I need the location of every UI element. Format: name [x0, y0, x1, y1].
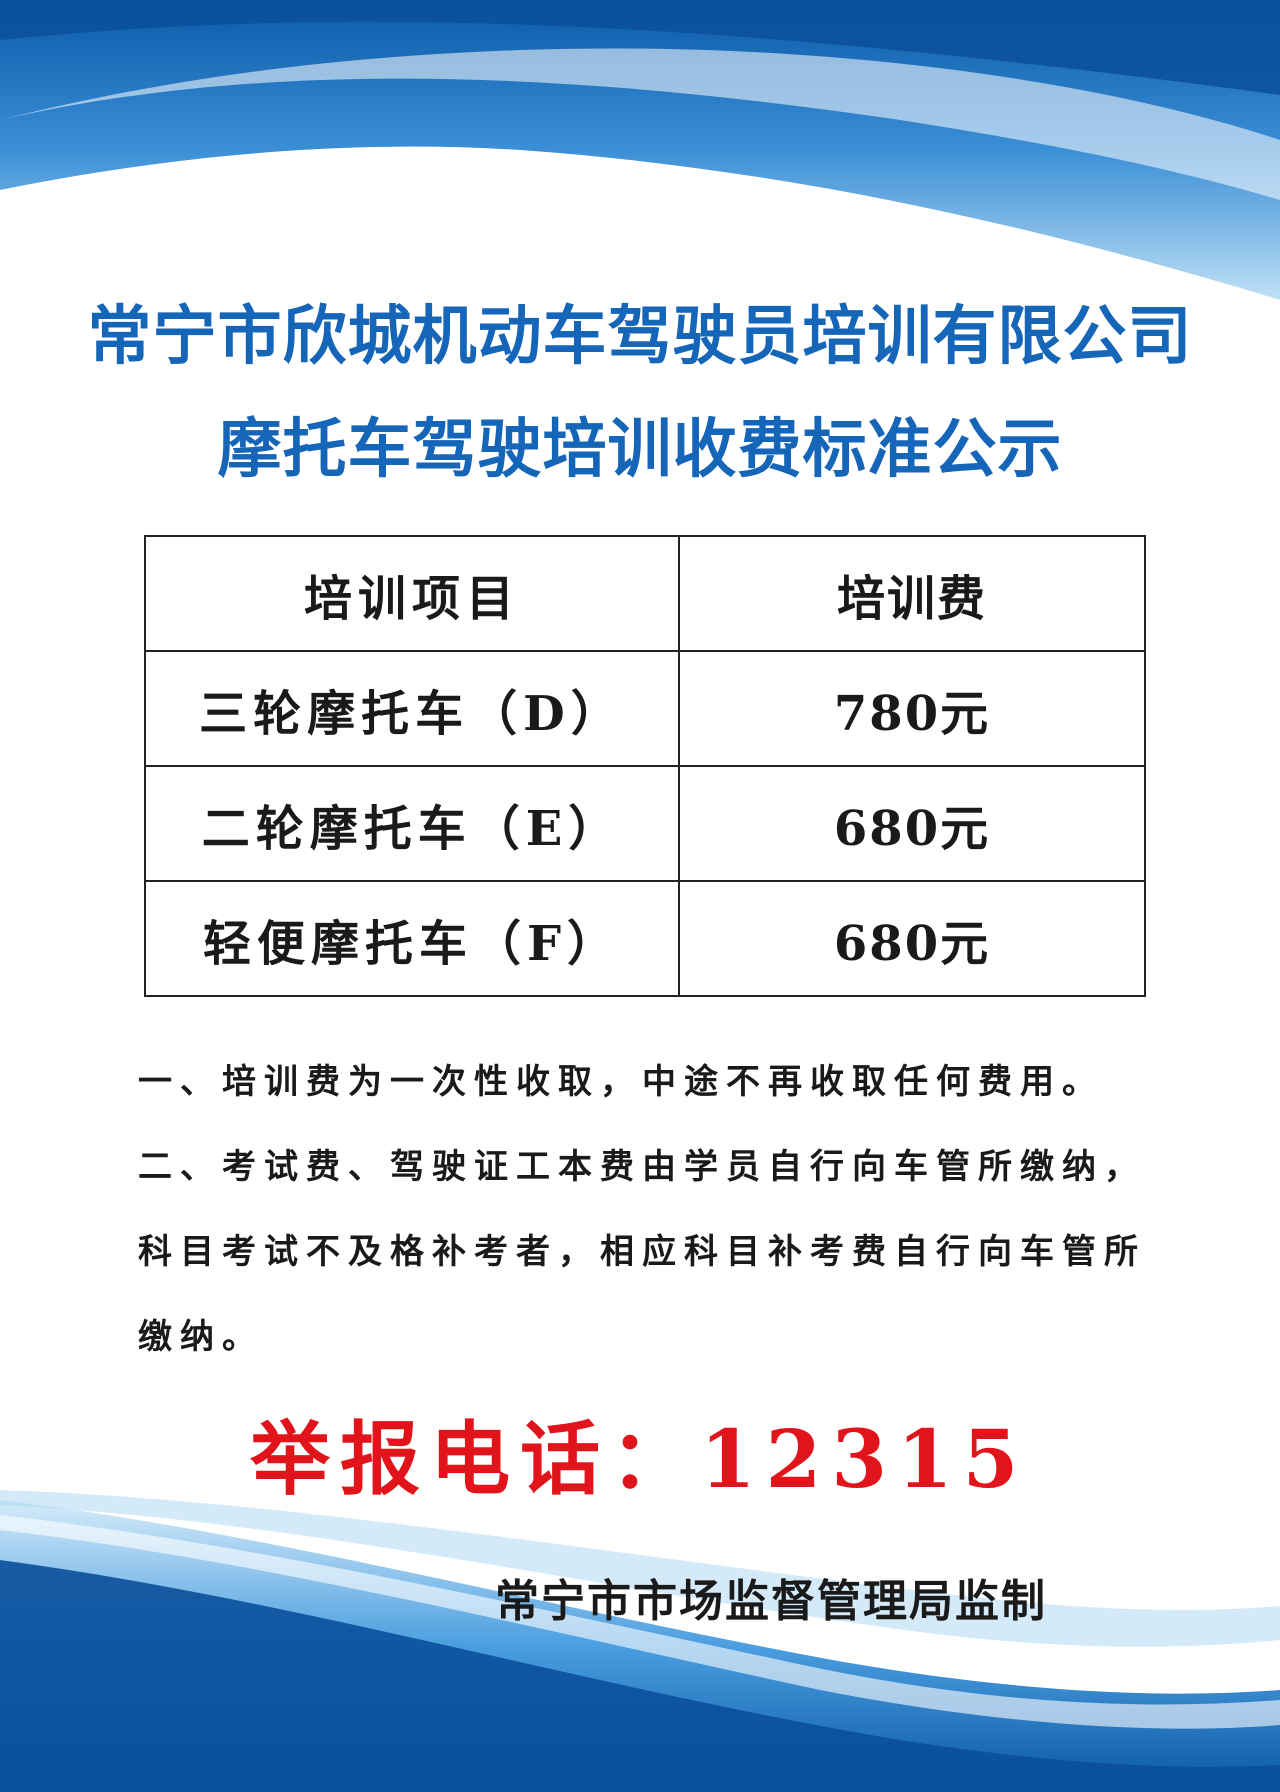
header-fee: 培训费 [678, 535, 1146, 652]
table-row: 二轮摩托车（E） 680元 [144, 765, 1146, 882]
note-1: 一、培训费为一次性收取，中途不再收取任何费用。 [138, 1062, 1104, 1102]
notes: 一、培训费为一次性收取，中途不再收取任何费用。 二、考试费、驾驶证工本费由学员自… [138, 1040, 1178, 1380]
row-fee: 680元 [678, 765, 1146, 882]
table-header-row: 培训项目 培训费 [144, 535, 1146, 652]
header-item: 培训项目 [144, 535, 680, 652]
row-fee: 780元 [678, 650, 1146, 767]
fee-table: 培训项目 培训费 三轮摩托车（D） 780元 二轮摩托车（E） 680元 轻便摩… [144, 535, 1146, 997]
table-row: 轻便摩托车（F） 680元 [144, 880, 1146, 997]
title-company: 常宁市欣城机动车驾驶员培训有限公司 [87, 300, 1193, 374]
row-item: 三轮摩托车（D） [144, 650, 680, 767]
hotline: 举报电话：12315 [250, 1412, 1029, 1506]
row-item: 二轮摩托车（E） [144, 765, 680, 882]
table-row: 三轮摩托车（D） 780元 [144, 650, 1146, 767]
row-item: 轻便摩托车（F） [144, 880, 680, 997]
note-2: 二、考试费、驾驶证工本费由学员自行向车管所缴纳，科目考试不及格补考者，相应科目补… [138, 1147, 1146, 1357]
title-subject: 摩托车驾驶培训收费标准公示 [217, 413, 1063, 487]
row-fee: 680元 [678, 880, 1146, 997]
footer-issuer: 常宁市市场监督管理局监制 [495, 1576, 1047, 1627]
